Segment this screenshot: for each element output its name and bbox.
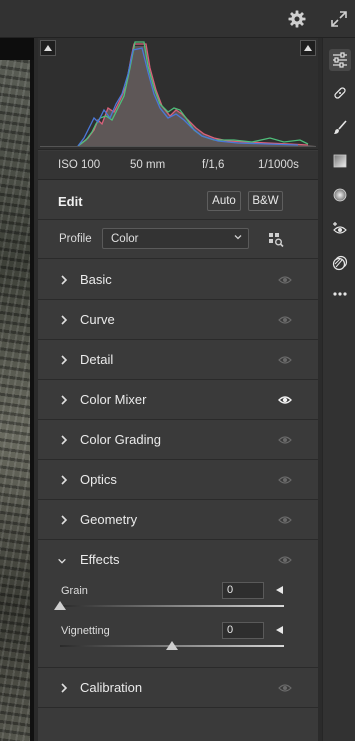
profile-dropdown[interactable]: Color: [102, 228, 249, 249]
highlight-clipping-icon: [304, 45, 312, 51]
section-optics[interactable]: Optics: [38, 460, 318, 500]
effects-controls: Grain 0 Vignetting 0: [38, 577, 318, 668]
eye-icon[interactable]: [278, 394, 292, 406]
section-label: Geometry: [80, 512, 138, 527]
grain-label: Grain: [61, 585, 88, 597]
section-label: Curve: [80, 312, 115, 327]
chevron-right-icon: [61, 355, 68, 365]
chevron-right-icon: [61, 475, 68, 485]
radial-icon[interactable]: [329, 184, 351, 206]
shadow-clipping-button[interactable]: [40, 40, 56, 56]
edit-panel: ISO 100 50 mm f/1,6 1/1000s Edit Auto B&…: [38, 38, 318, 741]
eye-icon[interactable]: [278, 474, 292, 486]
more-icon[interactable]: [329, 283, 351, 305]
gradient-icon[interactable]: [329, 150, 351, 172]
section-label: Basic: [80, 272, 112, 287]
presets-icon[interactable]: [329, 252, 351, 274]
shadow-clipping-icon: [44, 45, 52, 51]
grain-slider-thumb[interactable]: [54, 601, 66, 610]
eye-icon[interactable]: [278, 682, 292, 694]
photo-image: [0, 60, 30, 741]
chevron-right-icon: [61, 315, 68, 325]
chevron-right-icon: [61, 515, 68, 525]
exif-iso: ISO 100: [58, 159, 101, 171]
expand-icon[interactable]: [329, 9, 349, 29]
grain-value-input[interactable]: 0: [222, 582, 264, 599]
eye-icon[interactable]: [278, 314, 292, 326]
profile-dropdown-value: Color: [111, 233, 139, 245]
chevron-right-icon: [61, 395, 68, 405]
edit-sliders-icon[interactable]: [329, 49, 351, 71]
grain-slider-track[interactable]: [60, 605, 284, 607]
profile-browser-icon[interactable]: [268, 232, 284, 248]
section-calibration[interactable]: Calibration: [38, 668, 318, 708]
eye-icon[interactable]: [278, 554, 292, 566]
bw-button[interactable]: B&W: [248, 191, 283, 211]
eye-icon[interactable]: [278, 274, 292, 286]
red-eye-icon[interactable]: [329, 218, 351, 240]
section-label: Optics: [80, 472, 117, 487]
chevron-right-icon: [61, 683, 68, 693]
top-bar: [0, 0, 355, 38]
canvas-background: [0, 38, 34, 60]
edit-header: Edit Auto B&W: [38, 181, 318, 220]
section-label: Color Grading: [80, 432, 161, 447]
app-window: ISO 100 50 mm f/1,6 1/1000s Edit Auto B&…: [0, 0, 355, 741]
section-label: Calibration: [80, 680, 143, 695]
exif-aperture: f/1,6: [202, 159, 225, 171]
grain-expand-toggle[interactable]: [276, 586, 283, 594]
profile-row: Profile Color: [38, 221, 318, 259]
section-geometry[interactable]: Geometry: [38, 500, 318, 540]
section-curve[interactable]: Curve: [38, 300, 318, 340]
vignetting-slider-thumb[interactable]: [166, 641, 178, 650]
exif-focal-length: 50 mm: [130, 159, 166, 171]
highlight-clipping-button[interactable]: [300, 40, 316, 56]
eye-icon[interactable]: [278, 434, 292, 446]
canvas-edge: [30, 60, 34, 741]
section-basic[interactable]: Basic: [38, 260, 318, 300]
masking-brush-icon[interactable]: [329, 116, 351, 138]
section-effects[interactable]: Effects: [38, 540, 318, 577]
section-label: Effects: [80, 552, 120, 567]
eye-icon[interactable]: [278, 354, 292, 366]
eye-icon[interactable]: [278, 514, 292, 526]
auto-button[interactable]: Auto: [207, 191, 241, 211]
profile-label: Profile: [59, 233, 92, 245]
section-color-grading[interactable]: Color Grading: [38, 420, 318, 460]
vignetting-label: Vignetting: [61, 625, 110, 637]
histogram-graph: [40, 41, 316, 147]
exif-bar: ISO 100 50 mm f/1,6 1/1000s: [38, 151, 318, 180]
vignetting-expand-toggle[interactable]: [276, 626, 283, 634]
exif-shutter: 1/1000s: [258, 159, 299, 171]
section-label: Detail: [80, 352, 114, 367]
healing-icon[interactable]: [329, 82, 351, 104]
tool-strip: [322, 38, 355, 741]
chevron-down-icon: [234, 235, 242, 240]
chevron-right-icon: [61, 275, 68, 285]
edit-title: Edit: [58, 194, 83, 209]
chevron-down-icon: [58, 558, 66, 564]
section-detail[interactable]: Detail: [38, 340, 318, 380]
gear-icon[interactable]: [287, 9, 307, 29]
section-color-mixer[interactable]: Color Mixer: [38, 380, 318, 420]
histogram: [38, 38, 318, 150]
vignetting-value-input[interactable]: 0: [222, 622, 264, 639]
chevron-right-icon: [61, 435, 68, 445]
section-label: Color Mixer: [80, 392, 147, 407]
photo-canvas[interactable]: [0, 38, 34, 741]
